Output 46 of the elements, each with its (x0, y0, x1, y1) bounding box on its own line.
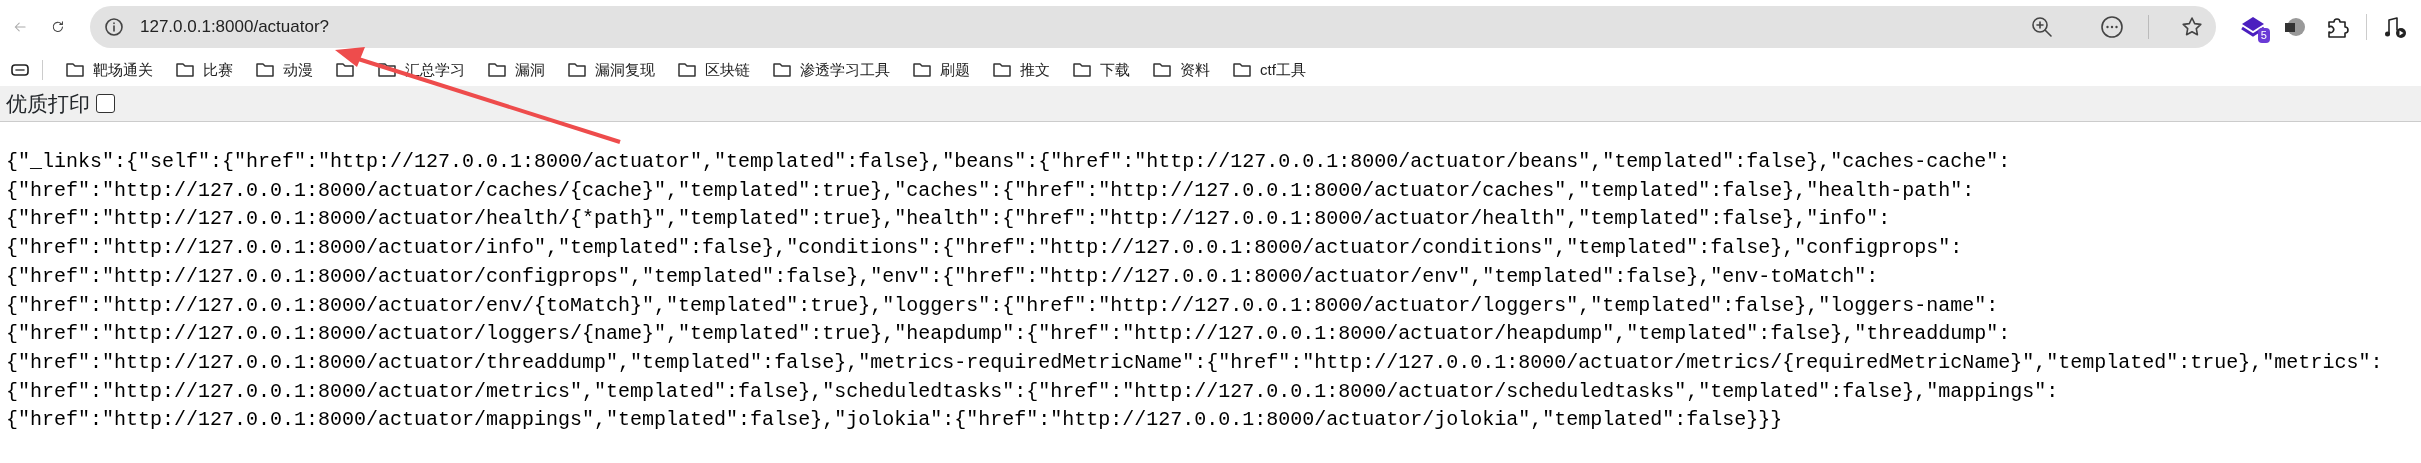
folder-icon (772, 60, 792, 80)
bookmark[interactable]: ctf工具 (1232, 58, 1306, 82)
json-text: {"href":"http://127.0.0.1:8000/actuator/loggers/{name}","templated":true},"heapdump":{"href":"http://127.0.0.1:8000/actuator/heapdump","templated":false},"threaddump": (6, 321, 2012, 348)
media-icon[interactable] (2383, 14, 2409, 40)
bookmark[interactable]: 刷题 (912, 58, 970, 82)
json-text: {"href":"http://127.0.0.1:8000/actuator/caches/{cache}","templated":true},"caches":{"href":"http://127.0.0.1:8000/actuator/caches","templated":false},"health-path": (6, 177, 1976, 204)
folder-icon (65, 60, 85, 80)
bookmark[interactable]: 资料 (1152, 58, 1210, 82)
json-text: {"href":"http://127.0.0.1:8000/actuator/configprops","templated":false},"env":{"href":"http://127.0.0.1:8000/actuator/env","templated":false},"env-toMatch": (6, 263, 1880, 290)
bookmark[interactable]: 推文 (992, 58, 1050, 82)
star-icon[interactable] (2180, 15, 2204, 39)
address-bar[interactable]: 127.0.0.1:8000/actuator? (90, 6, 2216, 48)
folder-icon (255, 60, 275, 80)
folder-icon (487, 60, 507, 80)
bookmark[interactable]: 渗透学习工具 (772, 58, 890, 82)
json-text: {"href":"http://127.0.0.1:8000/actuator/health/{*path}","templated":true},"health":{"href":"http://127.0.0.1:8000/actuator/health","templated":false},"info": (6, 206, 1892, 233)
info-icon[interactable] (104, 17, 124, 37)
folder-icon (912, 60, 932, 80)
bookmark[interactable]: 动漫 (255, 58, 313, 82)
folder-icon (567, 60, 587, 80)
json-text: {"href":"http://127.0.0.1:8000/actuator/metrics","templated":false},"scheduledtasks":{"href":"http://127.0.0.1:8000/actuator/scheduledtasks","templated":false},"mappings": (6, 378, 2060, 405)
more-icon[interactable] (2100, 15, 2124, 39)
folder-icon (377, 60, 397, 80)
folder-icon (1072, 60, 1092, 80)
json-text: {"href":"http://127.0.0.1:8000/actuator/env/{toMatch}","templated":true},"loggers":{"href":"http://127.0.0.1:8000/actuator/loggers","templated":false},"loggers-name": (6, 292, 2000, 319)
json-text: {"href":"http://127.0.0.1:8000/actuator/mappings","templated":false},"jolokia":{"href":"http://127.0.0.1:8000/actuator/jolokia","templated":false}}} (6, 407, 1784, 434)
apps-icon[interactable] (10, 62, 30, 78)
folder-icon (175, 60, 195, 80)
bookmark[interactable]: 漏洞 (487, 58, 545, 82)
folder-icon (677, 60, 697, 80)
bookmark[interactable]: 区块链 (677, 58, 750, 82)
print-label: 优质打印 (6, 90, 90, 117)
folder-icon[interactable] (335, 60, 355, 80)
json-text: {"href":"http://127.0.0.1:8000/actuator/threaddump","templated":false},"metrics-requiredMetricName":{"href":"http://127.0.0.1:8000/actuator/metrics/{requiredMetricName}","templated":true},"metrics": (6, 349, 2384, 376)
json-text: {"_links":{"self":{"href":"http://127.0.0.1:8000/actuator","templated":false},"beans":{"href":"http://127.0.0.1:8000/actuator/beans","templated":false},"caches-cache": (6, 149, 2012, 175)
json-text: {"href":"http://127.0.0.1:8000/actuator/info","templated":false},"conditions":{"href":"http://127.0.0.1:8000/actuator/conditions","templated":false},"configprops": (6, 235, 1964, 262)
bookmark[interactable]: 靶场通关 (65, 58, 153, 82)
folder-icon (1232, 60, 1252, 80)
bookmark[interactable]: 比赛 (175, 58, 233, 82)
folder-icon (1152, 60, 1172, 80)
checkbox[interactable] (96, 94, 115, 113)
bookmark[interactable]: 漏洞复现 (567, 58, 655, 82)
folder-icon (992, 60, 1012, 80)
zoom-in-icon[interactable] (2030, 15, 2054, 39)
extension-icon[interactable] (2282, 15, 2308, 39)
bookmark[interactable]: 下载 (1072, 58, 1130, 82)
